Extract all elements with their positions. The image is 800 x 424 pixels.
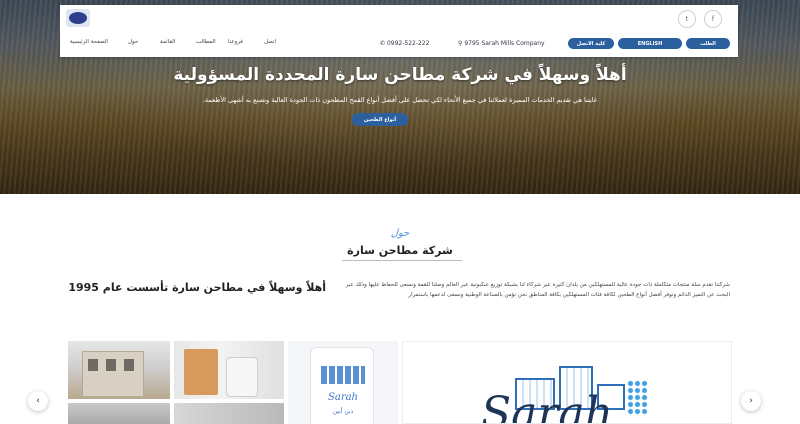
sarah-logo-image[interactable]: Sarah xyxy=(402,341,732,424)
factory-photo[interactable] xyxy=(68,403,170,424)
bag-label: ذين أبين xyxy=(332,408,354,415)
nav-about[interactable]: حول xyxy=(128,39,138,45)
page: t f الصفحة الرئيسية حول القائمة المطالب … xyxy=(0,0,800,424)
grain-dots-icon xyxy=(627,380,649,416)
nav-menu[interactable]: القائمة xyxy=(160,39,175,45)
nav-requests[interactable]: المطالب xyxy=(196,39,216,45)
site-header: t f الصفحة الرئيسية حول القائمة المطالب … xyxy=(60,5,738,57)
nav-branches[interactable]: فروعنا xyxy=(228,39,243,45)
site-logo[interactable] xyxy=(66,9,90,27)
contact-button[interactable]: كلية الاتصل xyxy=(568,38,614,49)
about-body: شركتنا تقدم سلة منتجات متكاملة ذات جودة … xyxy=(345,282,730,298)
carousel-prev-button[interactable]: ‹ xyxy=(28,391,48,411)
bag-brand: Sarah xyxy=(328,392,358,403)
english-button[interactable]: ENGLISH xyxy=(618,38,682,49)
mill-machinery-photo[interactable] xyxy=(174,341,284,399)
logo-script-text: Sarah xyxy=(481,388,613,424)
about-heading: أهلاً وسهلاً في مطاحن سارة تأسست عام 199… xyxy=(68,281,326,294)
facebook-icon[interactable]: f xyxy=(704,10,722,28)
request-button[interactable]: الطلب xyxy=(686,38,730,49)
phone-info: ✆ 0992-522-222 xyxy=(380,40,430,47)
about-kicker: حول xyxy=(390,228,410,239)
flour-bag-photo[interactable]: Sarah ذين أبين xyxy=(288,341,398,424)
hero-title: أهلاً وسهلاً في شركة مطاحن سارة المحددة … xyxy=(173,65,627,85)
flour-types-button[interactable]: أنواع الطحين xyxy=(352,113,408,126)
bag-logo-icon xyxy=(321,366,365,384)
about-title: شركة مطاحن سارة xyxy=(347,244,453,257)
nav-contact[interactable]: اتصل xyxy=(264,39,276,45)
carousel-next-button[interactable]: › xyxy=(741,391,761,411)
twitter-icon[interactable]: t xyxy=(678,10,696,28)
flour-bag: Sarah ذين أبين xyxy=(310,347,374,424)
hero-subtitle: .غايتنا هي تقديم الخدمات المميزة لعملائن… xyxy=(202,96,598,104)
mill-building-photo[interactable] xyxy=(68,341,170,399)
address-info: ⚲ 9795 Sarah Mills Company xyxy=(458,40,545,47)
nav-home[interactable]: الصفحة الرئيسية xyxy=(70,39,108,45)
warehouse-photo[interactable] xyxy=(174,403,284,424)
title-divider xyxy=(342,260,462,261)
phone-icon: ✆ xyxy=(380,40,387,47)
